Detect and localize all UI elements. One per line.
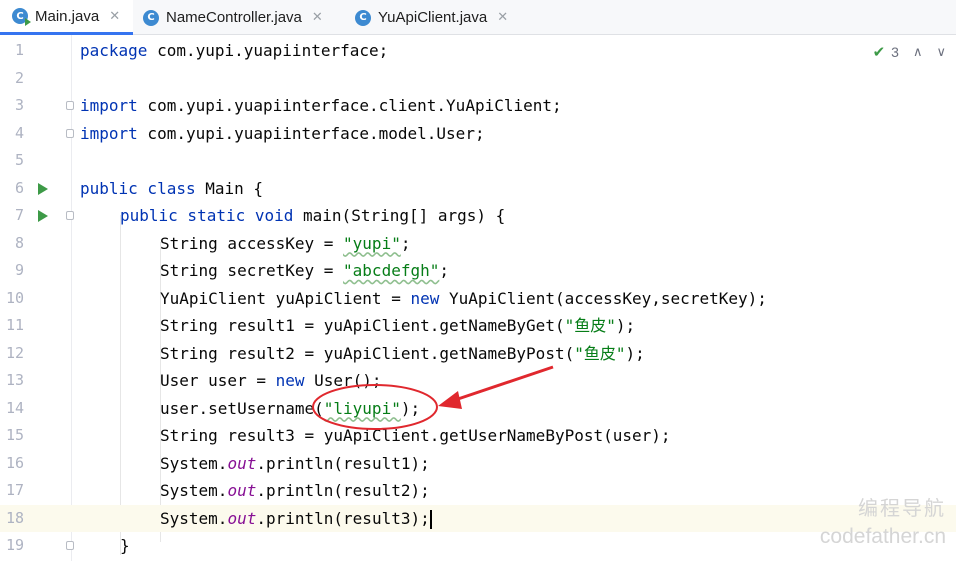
close-icon[interactable]: ✕	[109, 9, 120, 24]
inspection-widget[interactable]: ✔ 3 ∧ ∨	[873, 43, 946, 61]
tab-label: YuApiClient.java	[378, 9, 488, 26]
tab-main-java[interactable]: C Main.java ✕	[0, 0, 133, 35]
watermark-title: 编程导航	[858, 498, 946, 520]
highlight-ellipse	[312, 384, 438, 430]
tab-label: NameController.java	[166, 9, 302, 26]
inspection-count: 3	[891, 44, 899, 60]
double-check-icon: ✔	[872, 43, 886, 61]
tab-name-controller-java[interactable]: C NameController.java ✕	[133, 0, 345, 35]
tab-label: Main.java	[35, 7, 100, 25]
editor-tab-bar: C Main.java ✕ C NameController.java ✕ C …	[0, 0, 956, 35]
watermark-url: codefather.cn	[819, 525, 946, 548]
java-class-icon: C	[143, 9, 159, 26]
java-class-icon: C	[12, 8, 31, 26]
tab-yuapiclient-java[interactable]: C YuApiClient.java ✕	[345, 0, 525, 35]
java-class-icon: C	[355, 9, 371, 26]
close-icon[interactable]: ✕	[497, 10, 508, 25]
annotation-arrow-head	[438, 391, 462, 409]
chevron-up-icon[interactable]: ∧	[913, 45, 923, 60]
annotation-overlay	[312, 365, 554, 430]
close-icon[interactable]: ✕	[312, 10, 323, 25]
annotation-arrow-shaft	[451, 365, 554, 403]
chevron-down-icon[interactable]: ∨	[936, 45, 946, 60]
code-editor[interactable]: 1 package com.yupi.yuapiinterface; 2 3 i…	[0, 35, 956, 561]
